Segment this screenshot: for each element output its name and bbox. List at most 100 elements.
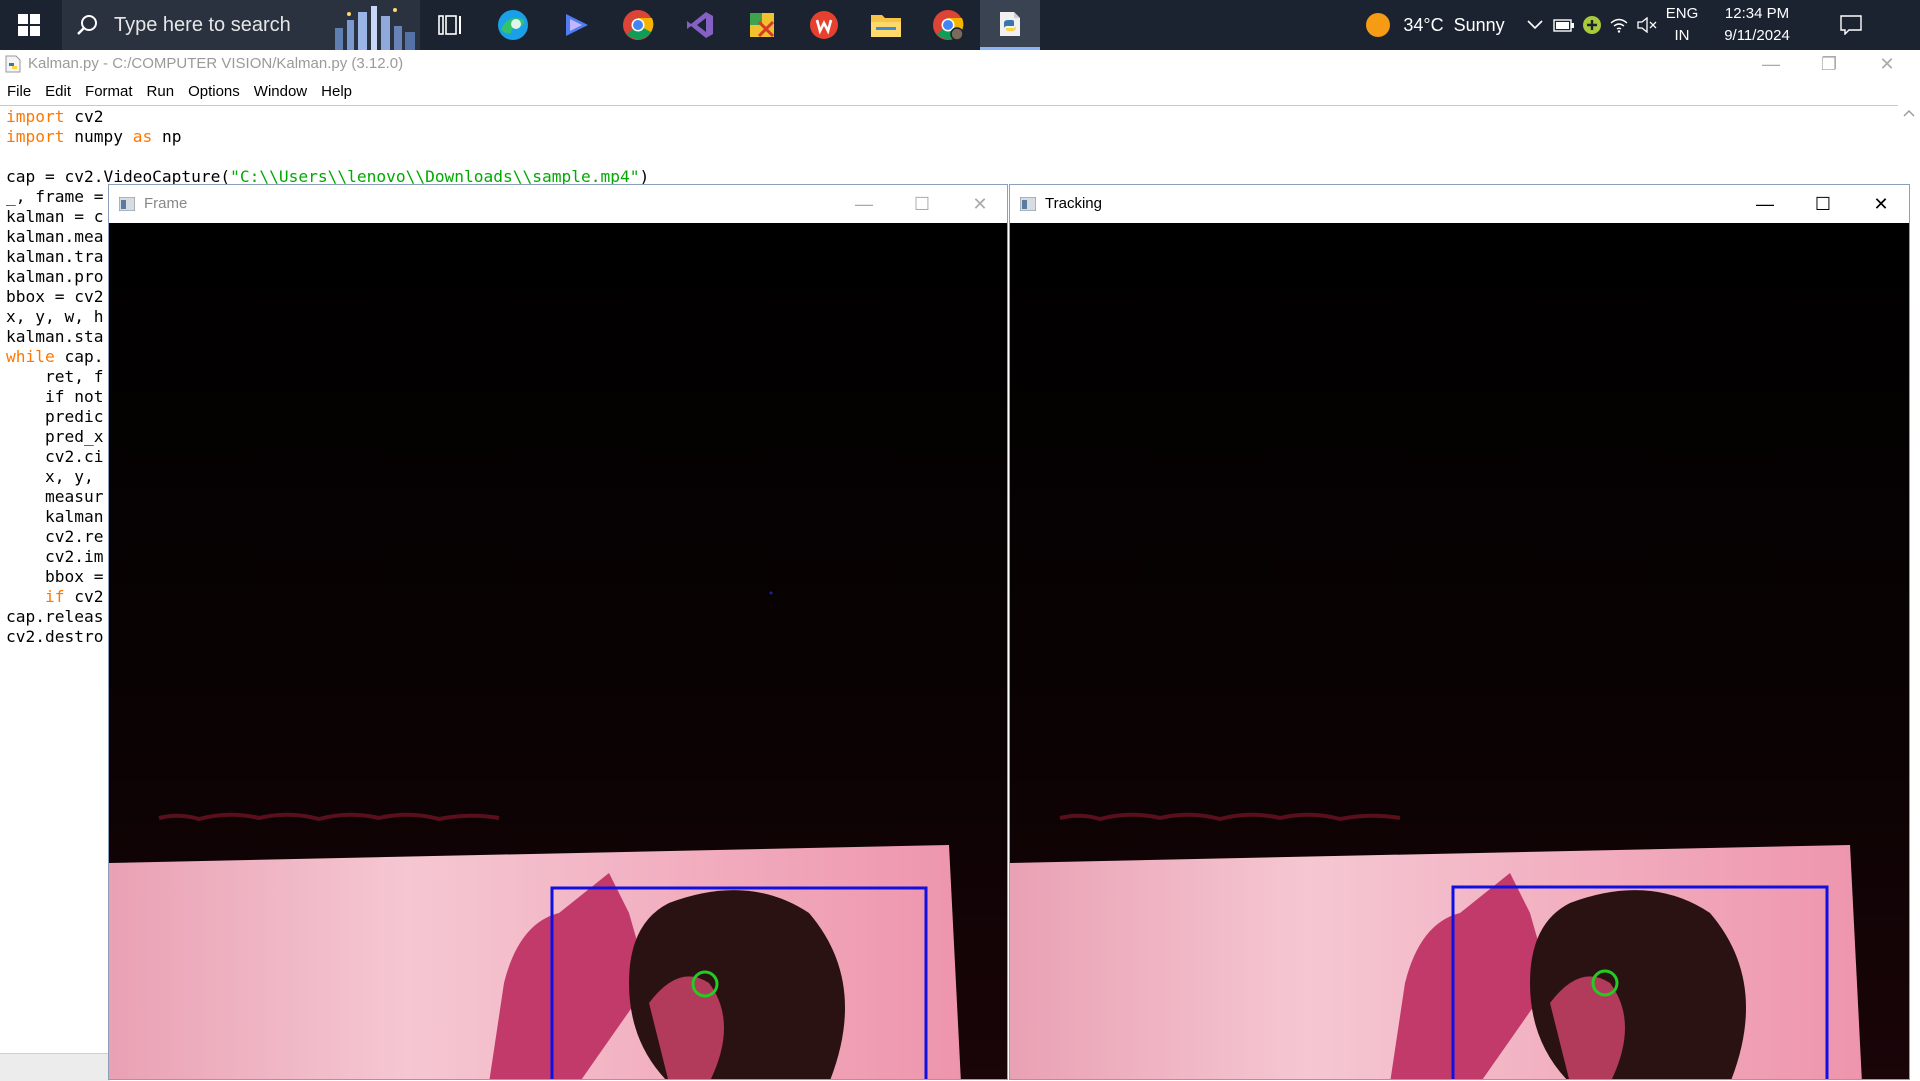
- file-explorer-button[interactable]: [856, 0, 916, 50]
- code-line: cv2.im: [6, 547, 104, 566]
- tray-app-button[interactable]: [1579, 0, 1605, 50]
- frame-window-title: Frame: [144, 195, 188, 212]
- idle-title-bar: Kalman.py - C:/COMPUTER VISION/Kalman.py…: [0, 50, 1920, 78]
- code-text: cv2: [64, 587, 104, 606]
- code-line: cv2.ci: [6, 447, 104, 466]
- code-line: pred_x: [6, 427, 104, 446]
- notifications-button[interactable]: [1826, 0, 1876, 50]
- idle-status-bar: [0, 1053, 110, 1081]
- menu-options[interactable]: Options: [181, 80, 247, 104]
- idle-window-title: Kalman.py - C:/COMPUTER VISION/Kalman.py…: [28, 55, 404, 72]
- tracking-window: Tracking — ☐ ✕: [1009, 184, 1910, 1080]
- frame-video-view: [109, 223, 1007, 1079]
- menu-file[interactable]: File: [0, 80, 38, 104]
- tracking-title-bar: Tracking — ☐ ✕: [1010, 185, 1909, 223]
- minimize-icon: —: [855, 193, 873, 214]
- code-line: measur: [6, 487, 104, 506]
- menu-format[interactable]: Format: [78, 80, 140, 104]
- search-icon: [77, 15, 97, 35]
- idle-restore-button[interactable]: ❐: [1800, 50, 1858, 78]
- code-line: x, y,: [6, 467, 104, 486]
- frame-minimize-button[interactable]: —: [835, 185, 893, 223]
- keyword: as: [132, 127, 153, 146]
- frame-window: Frame — ☐ ✕: [108, 184, 1008, 1080]
- frame-maximize-button[interactable]: ☐: [893, 185, 951, 223]
- volume-muted-icon: [1637, 17, 1657, 33]
- code-line: kalman: [6, 507, 104, 526]
- chrome-profile-icon: [933, 10, 964, 41]
- lang-line2: IN: [1674, 27, 1690, 44]
- wps-office-button[interactable]: [794, 0, 854, 50]
- task-view-button[interactable]: [420, 0, 480, 50]
- weather-condition: Sunny: [1453, 14, 1505, 35]
- code-line: bbox = cv2: [6, 287, 104, 306]
- taskbar-search[interactable]: Type here to search: [62, 0, 420, 50]
- clock[interactable]: 12:34 PM 9/11/2024: [1706, 0, 1808, 50]
- code-text: cap.: [54, 347, 104, 366]
- code-line: kalman.tra: [6, 247, 104, 266]
- edge-button[interactable]: [483, 0, 543, 50]
- volume-button[interactable]: [1634, 0, 1660, 50]
- chrome-profile-button[interactable]: [918, 0, 978, 50]
- maximize-icon: ☐: [913, 193, 931, 214]
- chevron-up-icon: [1527, 20, 1543, 30]
- code-line: bbox =: [6, 567, 104, 586]
- chrome-icon: [623, 10, 654, 40]
- video-frame-image: [1010, 223, 1909, 1079]
- menu-window[interactable]: Window: [247, 80, 314, 104]
- opencv-window-icon: [1020, 197, 1036, 211]
- close-icon: ✕: [1873, 193, 1889, 214]
- lang-line1: ENG: [1665, 5, 1699, 22]
- tracking-minimize-button[interactable]: —: [1736, 185, 1794, 223]
- code-line: _, frame =: [6, 187, 104, 206]
- menu-run[interactable]: Run: [140, 80, 182, 104]
- copilot-button[interactable]: [546, 0, 606, 50]
- keyword: import: [6, 107, 65, 126]
- weather-temp: 34°C: [1403, 14, 1444, 35]
- app-green-button[interactable]: [732, 0, 792, 50]
- maximize-icon: ☐: [1814, 193, 1832, 214]
- keyword: while: [6, 347, 55, 366]
- battery-charging-icon: [1553, 19, 1574, 32]
- restore-icon: ❐: [1820, 53, 1838, 74]
- code-line: kalman.sta: [6, 327, 104, 346]
- task-view-icon: [438, 15, 461, 35]
- wifi-icon: [1610, 18, 1628, 33]
- code-line: x, y, w, h: [6, 307, 104, 326]
- idle-minimize-button[interactable]: —: [1742, 50, 1800, 78]
- idle-menu-bar: File Edit Format Run Options Window Help: [0, 80, 359, 104]
- menu-edit[interactable]: Edit: [38, 80, 78, 104]
- code-line: kalman = c: [6, 207, 104, 226]
- visual-studio-button[interactable]: [670, 0, 730, 50]
- code-text: cv2: [64, 107, 104, 126]
- weather-widget[interactable]: 34°C Sunny: [1360, 0, 1510, 50]
- folder-icon: [871, 15, 901, 37]
- tracking-maximize-button[interactable]: ☐: [1794, 185, 1852, 223]
- code-line: cv2.re: [6, 527, 104, 546]
- language-indicator[interactable]: ENG IN: [1662, 0, 1702, 50]
- battery-button[interactable]: [1550, 0, 1578, 50]
- code-line: if cv2: [6, 587, 104, 607]
- python-idle-button[interactable]: [980, 0, 1040, 50]
- code-text: numpy: [64, 127, 133, 146]
- opencv-window-icon: [119, 197, 135, 211]
- tracking-video-view: [1010, 223, 1909, 1079]
- notification-icon: [1840, 15, 1862, 35]
- show-hidden-icons-button[interactable]: [1522, 0, 1548, 50]
- menu-help[interactable]: Help: [314, 80, 359, 104]
- idle-close-button[interactable]: ✕: [1858, 50, 1916, 78]
- green-plus-icon: [1583, 16, 1601, 34]
- tracking-window-title: Tracking: [1045, 195, 1102, 212]
- frame-close-button[interactable]: ✕: [951, 185, 1007, 223]
- tracking-close-button[interactable]: ✕: [1852, 185, 1909, 223]
- video-frame-image: [109, 223, 1007, 1079]
- python-file-icon: [5, 55, 21, 73]
- start-button[interactable]: [0, 0, 58, 50]
- code-line: cv2.destro: [6, 627, 104, 646]
- code-line: predic: [6, 407, 104, 426]
- chrome-button[interactable]: [608, 0, 668, 50]
- windows-icon: [18, 14, 40, 36]
- code-line: import cv2: [6, 107, 103, 127]
- wifi-button[interactable]: [1606, 0, 1632, 50]
- search-highlight-city-icon: [325, 0, 420, 50]
